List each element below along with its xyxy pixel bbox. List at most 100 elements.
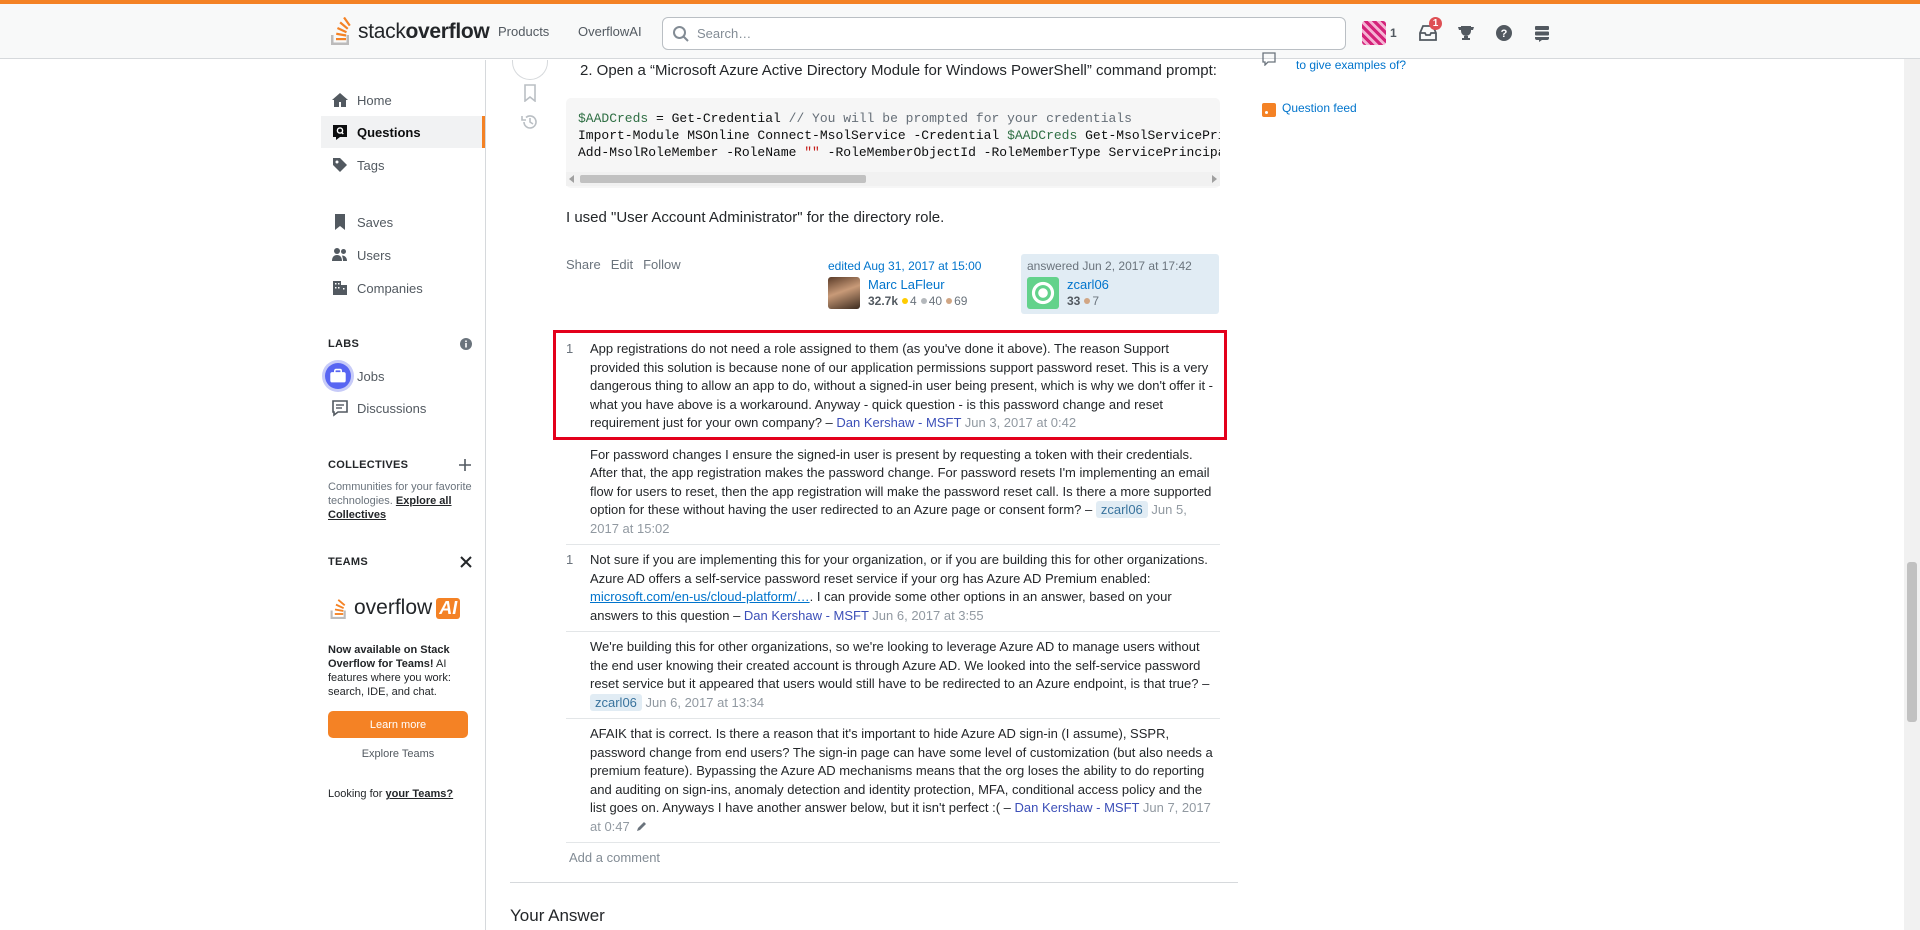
scrollbar-thumb[interactable] [580, 175, 866, 183]
sidebar-item-home[interactable]: Home [321, 84, 485, 116]
users-icon [332, 248, 347, 261]
your-teams-link[interactable]: your Teams? [386, 788, 454, 800]
question-feed-link[interactable]: Question feed [1282, 101, 1357, 115]
share-link[interactable]: Share [566, 257, 601, 272]
post-menu: Share Edit Follow [566, 257, 681, 272]
question-feed-item[interactable]: Question feed [1262, 101, 1357, 117]
search-input[interactable]: Search… [662, 17, 1346, 50]
sidebar-item-jobs[interactable]: Jobs [321, 360, 485, 392]
vote-button[interactable] [512, 60, 548, 80]
nav-products[interactable]: Products [498, 24, 549, 39]
briefcase-icon [325, 363, 351, 389]
help-icon: ? [1495, 25, 1512, 41]
tag-icon [333, 158, 347, 172]
follow-link[interactable]: Follow [643, 257, 681, 272]
search-icon [673, 26, 689, 42]
learn-more-button[interactable]: Learn more [328, 711, 468, 738]
comment-author[interactable]: zcarl06 [1095, 501, 1148, 518]
bronze-badge-count: 7 [1092, 294, 1100, 308]
site-switcher-button[interactable] [1523, 17, 1561, 49]
answer-role-text: I used "User Account Administrator" for … [566, 209, 945, 226]
comment-score: 1 [566, 552, 574, 567]
code-comment: // You will be prompted for your credent… [788, 111, 1132, 126]
comment-score [566, 725, 590, 836]
inbox-button[interactable]: 1 [1409, 17, 1447, 49]
scroll-left-icon[interactable] [569, 175, 575, 183]
answerer-name[interactable]: zcarl06 [1067, 277, 1109, 292]
scrollbar-thumb[interactable] [1907, 562, 1917, 722]
comment-author[interactable]: Dan Kershaw - MSFT [1015, 800, 1140, 815]
help-button[interactable]: ? [1485, 17, 1523, 49]
comment-date[interactable]: Jun 6, 2017 at 3:55 [872, 608, 983, 623]
sidebar-item-tags[interactable]: Tags [321, 149, 485, 181]
sidebar-item-companies[interactable]: Companies [321, 272, 485, 304]
gold-badge-icon [902, 298, 909, 304]
editor-name[interactable]: Marc LaFleur [868, 277, 967, 292]
add-comment-link[interactable]: Add a comment [569, 850, 660, 865]
sidebar-item-discussions[interactable]: Discussions [321, 392, 485, 424]
svg-text:?: ? [1500, 28, 1507, 40]
top-bar: stackoverflow Products OverflowAI Search… [0, 4, 1920, 59]
comment-text: We're building this for other organizati… [590, 639, 1210, 691]
comments-list: 1 App registrations do not need a role a… [566, 334, 1220, 843]
user-profile-button[interactable]: 1 [1362, 17, 1409, 49]
user-avatar [1362, 21, 1386, 45]
code-horizontal-scrollbar[interactable] [566, 172, 1220, 186]
comment-date[interactable]: Jun 3, 2017 at 0:42 [965, 415, 1076, 430]
comment-body: AFAIK that is correct. Is there a reason… [590, 725, 1220, 836]
building-icon [333, 281, 347, 295]
ai-promo-text: Now available on Stack Overflow for Team… [328, 643, 476, 699]
sidebar-item-questions[interactable]: Questions [321, 116, 485, 148]
looking-for-teams: Looking for your Teams? [328, 787, 453, 801]
close-icon[interactable] [460, 556, 472, 568]
bookmark-icon[interactable] [523, 84, 537, 102]
comment-body: App registrations do not need a role ass… [590, 340, 1220, 433]
related-question-link[interactable]: to give examples of? [1282, 58, 1406, 72]
explore-teams-link[interactable]: Explore Teams [328, 748, 468, 760]
nav-overflowai[interactable]: OverflowAI [578, 24, 642, 39]
trophy-icon [1457, 26, 1474, 40]
answerer-signature: answered Jun 2, 2017 at 17:42 zcarl06 33… [1021, 254, 1219, 314]
comment-date[interactable]: Jun 6, 2017 at 13:34 [646, 695, 765, 710]
sidebar-item-users[interactable]: Users [321, 239, 485, 271]
labs-heading: LABS [328, 338, 360, 350]
add-collective-icon[interactable] [459, 459, 471, 471]
related-question-item[interactable]: to give examples of? [1262, 52, 1406, 72]
questions-icon [333, 125, 347, 140]
stack-exchange-icon [1534, 26, 1549, 42]
sidebar-item-label: Discussions [357, 400, 427, 416]
page-vertical-scrollbar[interactable] [1904, 59, 1920, 930]
bookmark-icon [335, 214, 345, 230]
code-token: Import-Module MSOnline Connect-MsolServi… [578, 128, 1008, 143]
info-icon[interactable] [460, 338, 472, 350]
discussion-icon [332, 400, 348, 417]
editor-avatar[interactable] [828, 277, 860, 309]
code-token: Add-MsolRoleMember -RoleName [578, 145, 805, 160]
achievements-button[interactable] [1447, 17, 1485, 49]
edited-timestamp[interactable]: edited Aug 31, 2017 at 15:00 [828, 259, 1014, 273]
user-reputation: 1 [1390, 26, 1397, 40]
comment-text: Not sure if you are implementing this fo… [590, 552, 1208, 586]
sidebar-item-label: Saves [357, 214, 394, 230]
edit-link[interactable]: Edit [611, 257, 633, 272]
sidebar-item-label: Jobs [357, 368, 385, 384]
sidebar-item-saves[interactable]: Saves [321, 206, 485, 238]
stack-logo-icon [330, 599, 346, 619]
silver-badge-icon [920, 298, 927, 304]
comment-author[interactable]: Dan Kershaw - MSFT [836, 415, 961, 430]
overflow-ai-card: overflow AI Now available on Stack Overfl… [328, 593, 476, 760]
section-divider [510, 882, 1238, 883]
comment-body: For password changes I ensure the signed… [590, 446, 1220, 539]
comment: 1 App registrations do not need a role a… [566, 334, 1220, 440]
comment-author[interactable]: Dan Kershaw - MSFT [744, 608, 869, 623]
comment-link[interactable]: microsoft.com/en-us/cloud-platform/… [590, 589, 810, 604]
stackoverflow-logo[interactable]: stackoverflow [328, 16, 490, 48]
comment-author[interactable]: zcarl06 [590, 693, 642, 711]
ai-logo-badge: AI [436, 597, 461, 619]
history-icon[interactable] [521, 113, 539, 131]
collectives-heading: COLLECTIVES [328, 459, 409, 471]
editor-reputation: 32.7k 4 40 69 [868, 294, 967, 308]
scroll-right-icon[interactable] [1211, 175, 1217, 183]
comment: AFAIK that is correct. Is there a reason… [566, 719, 1220, 843]
answerer-avatar[interactable] [1027, 277, 1059, 309]
